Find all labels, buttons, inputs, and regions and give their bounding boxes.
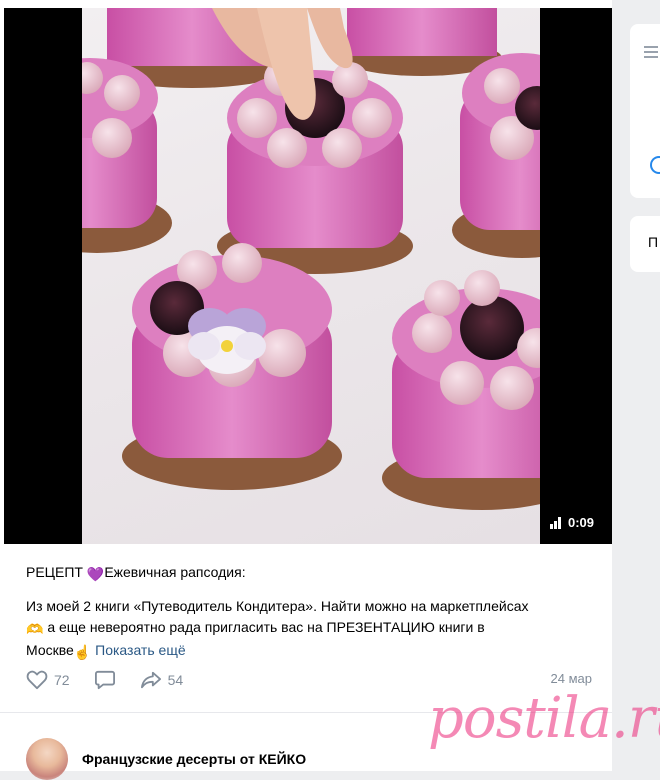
like-button[interactable]: 72 [26, 670, 70, 690]
post-text: Из моей 2 книги «Путеводитель Кондитера»… [26, 596, 601, 663]
post-caption: РЕЦЕПТ 💜Ежевичная рапсодия: [26, 564, 246, 583]
show-more-link[interactable]: Показать ещё [95, 642, 186, 658]
dessert-image [82, 8, 540, 510]
share-button[interactable]: 54 [140, 670, 184, 690]
purple-heart-icon: 💜 [86, 566, 105, 582]
point-up-icon: ☝ [73, 644, 92, 660]
share-icon [140, 671, 161, 689]
author-row[interactable]: Французские десерты от КЕЙКО [26, 738, 306, 780]
text-line-2: а еще невероятно рада пригласить вас на … [47, 619, 485, 635]
caption-title: Ежевичная рапсодия: [104, 564, 246, 580]
loading-icon [650, 156, 660, 174]
sidebar-card-top [630, 24, 660, 198]
video-thumbnail[interactable] [82, 8, 540, 544]
sidebar-card-bottom[interactable]: П [630, 216, 660, 272]
text-line-3: Москве [26, 642, 74, 658]
video-player[interactable]: 0:09 [4, 8, 612, 544]
heart-icon [26, 670, 48, 690]
like-count: 72 [54, 672, 70, 688]
comment-button[interactable] [94, 670, 116, 690]
heart-hands-icon: 🫶 [26, 621, 44, 637]
duration-label: 0:09 [567, 515, 594, 530]
menu-icon[interactable] [644, 46, 658, 48]
video-duration: 0:09 [549, 515, 594, 530]
share-count: 54 [167, 672, 184, 688]
sidebar-label: П [648, 234, 659, 250]
watermark: postila.ru [428, 686, 660, 751]
text-line-1: Из моей 2 книги «Путеводитель Кондитера»… [26, 598, 529, 614]
volume-icon [549, 516, 562, 529]
caption-prefix: РЕЦЕПТ [26, 564, 83, 580]
comment-icon [94, 670, 115, 690]
post-date[interactable]: 24 мар [551, 671, 592, 686]
avatar[interactable] [26, 738, 68, 780]
author-name[interactable]: Французские десерты от КЕЙКО [82, 751, 306, 767]
post-card: 0:09 РЕЦЕПТ 💜Ежевичная рапсодия: Из моей… [0, 0, 660, 780]
